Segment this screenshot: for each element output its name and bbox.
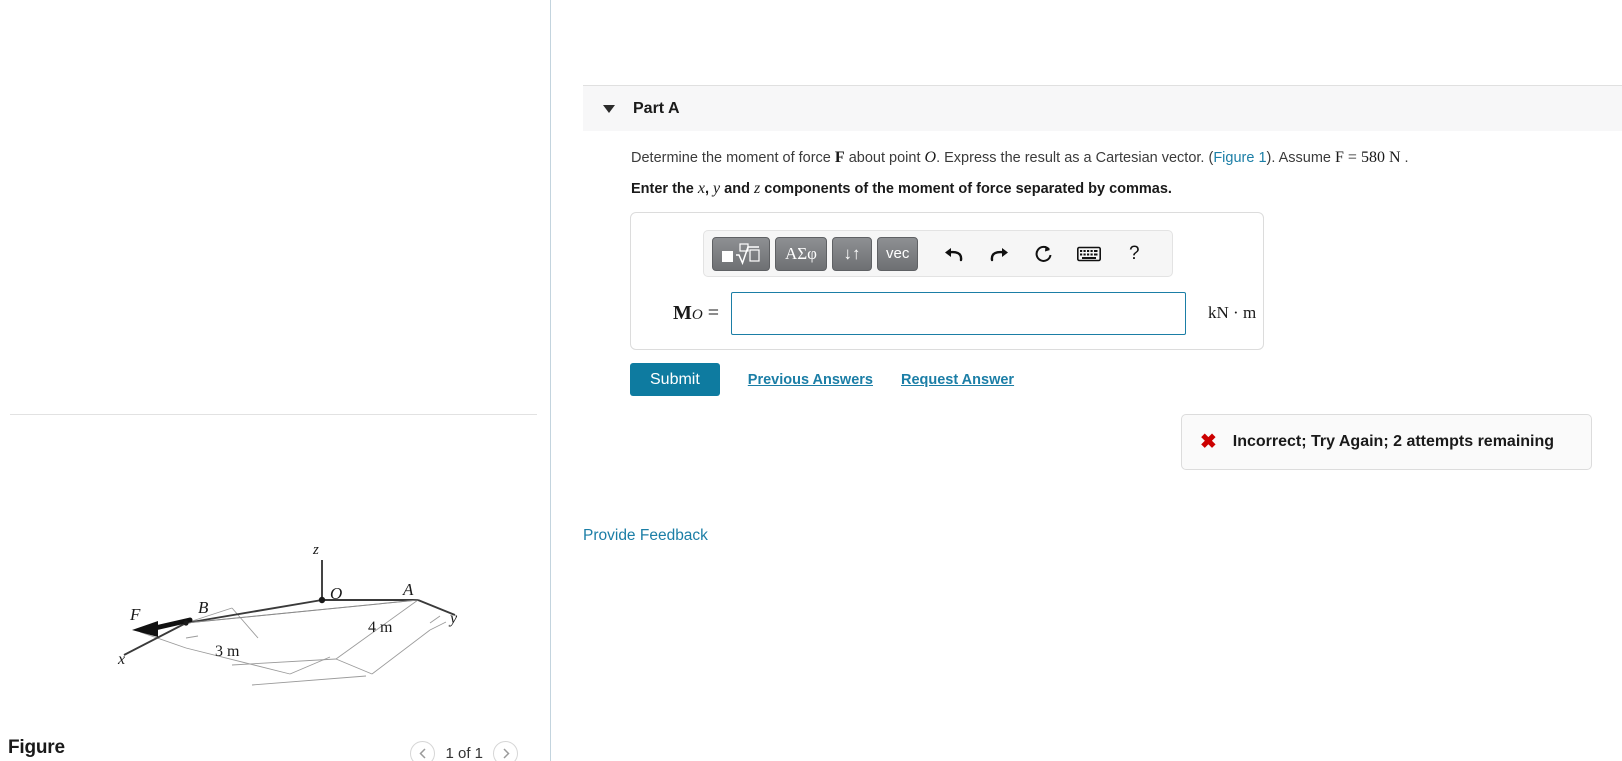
question-seg-5: . (1400, 150, 1409, 166)
figure-page-label: 1 of 1 (445, 745, 483, 761)
figure-panel: Figure 1 of 1 z O A B F y x 3 m 4 m (0, 0, 551, 761)
question-text: Determine the moment of force F about po… (631, 147, 1591, 169)
previous-answers-link[interactable]: Previous Answers (748, 372, 873, 388)
point-b-marker (183, 620, 189, 626)
chevron-right-icon (502, 748, 510, 759)
undo-icon (945, 247, 963, 261)
label-point-a: A (402, 580, 414, 599)
help-button[interactable]: ? (1114, 237, 1154, 271)
actions-row: Submit Previous Answers Request Answer (630, 363, 1014, 396)
label-x-axis: x (117, 651, 125, 668)
part-a-header[interactable]: Part A (583, 85, 1622, 131)
question-mark-icon: ? (1129, 242, 1140, 264)
answer-row: MO = kN · m (631, 285, 1263, 341)
question-seg-1: Determine the moment of force (631, 150, 835, 166)
force-arrow (132, 617, 193, 637)
reset-icon (1035, 245, 1052, 262)
moment-diagram-svg: z O A B F y x 3 m 4 m (117, 542, 458, 686)
question-seg-4: ). Assume (1266, 150, 1336, 166)
reset-button[interactable] (1024, 237, 1064, 271)
figure-title: Figure (8, 737, 65, 758)
point-symbol: O (924, 149, 937, 166)
problem-panel: Part A Determine the moment of force F a… (551, 0, 1622, 761)
moment-label-equals: = (702, 301, 719, 324)
feedback-box: ✖ Incorrect; Try Again; 2 attempts remai… (1181, 414, 1592, 470)
template-radical-icon (722, 242, 760, 265)
moment-label-main: M (672, 301, 692, 324)
undo-button[interactable] (934, 237, 974, 271)
part-a-title: Part A (633, 99, 680, 117)
figure-header: Figure 1 of 1 (0, 366, 540, 761)
figure-next-button[interactable] (493, 741, 518, 761)
math-toolbar: ΑΣφ ↓↑ vec ? (703, 230, 1173, 277)
up-down-arrows-icon: ↓↑ (843, 243, 861, 263)
moment-label-sub: O (691, 306, 703, 323)
question-seg-3: . Express the result as a Cartesian vect… (936, 150, 1214, 166)
label-origin: O (330, 584, 342, 603)
instruction-seg-2: , (704, 181, 714, 197)
red-x-icon: ✖ (1200, 431, 1217, 453)
label-dim-4m: 4 m (368, 619, 393, 636)
greek-letters-icon: ΑΣφ (785, 243, 817, 263)
page-root: Figure 1 of 1 z O A B F y x 3 m 4 m Part… (0, 0, 1622, 761)
label-y-axis: y (448, 610, 458, 627)
answer-card: ΑΣφ ↓↑ vec ? MO = kN · m (630, 212, 1264, 350)
instruction-text: Enter the x, y and z components of the m… (631, 180, 1591, 198)
question-seg-2: about point (844, 150, 925, 166)
component-x: x (697, 180, 705, 197)
sort-arrows-button[interactable]: ↓↑ (832, 236, 872, 271)
provide-feedback-link[interactable]: Provide Feedback (583, 527, 708, 545)
label-force: F (129, 605, 141, 624)
request-answer-link[interactable]: Request Answer (901, 372, 1014, 388)
template-radical-button[interactable] (712, 236, 770, 271)
instruction-seg-1: Enter the (631, 181, 698, 197)
label-point-b: B (198, 598, 209, 617)
instruction-seg-4: components of the moment of force separa… (760, 181, 1172, 197)
feedback-message: Incorrect; Try Again; 2 attempts remaini… (1232, 433, 1555, 450)
label-dim-3m: 3 m (215, 643, 240, 660)
instruction-seg-3: and (720, 181, 754, 197)
vector-button[interactable]: vec (877, 236, 919, 271)
keyboard-button[interactable] (1069, 237, 1109, 271)
caret-down-icon (603, 104, 615, 113)
answer-input[interactable] (731, 291, 1186, 335)
redo-icon (991, 247, 1009, 261)
figure-pager: 1 of 1 (410, 741, 518, 761)
answer-units: kN · m (1208, 303, 1257, 322)
keyboard-icon (1077, 246, 1102, 261)
greek-symbols-button[interactable]: ΑΣφ (775, 236, 827, 271)
assume-expression: F = 580 N (1335, 149, 1401, 166)
point-o-marker (318, 596, 326, 604)
redo-button[interactable] (979, 237, 1019, 271)
figure-1-link[interactable]: Figure 1 (1213, 150, 1266, 166)
label-z-axis: z (312, 542, 319, 558)
force-symbol: F (834, 149, 845, 166)
moment-label: MO = (647, 302, 719, 325)
vector-icon: vec (886, 245, 910, 262)
submit-button[interactable]: Submit (630, 363, 720, 396)
figure-diagram: z O A B F y x 3 m 4 m (0, 460, 545, 720)
figure-prev-button[interactable] (410, 741, 436, 761)
figure-divider (10, 414, 537, 415)
chevron-left-icon (419, 748, 426, 759)
